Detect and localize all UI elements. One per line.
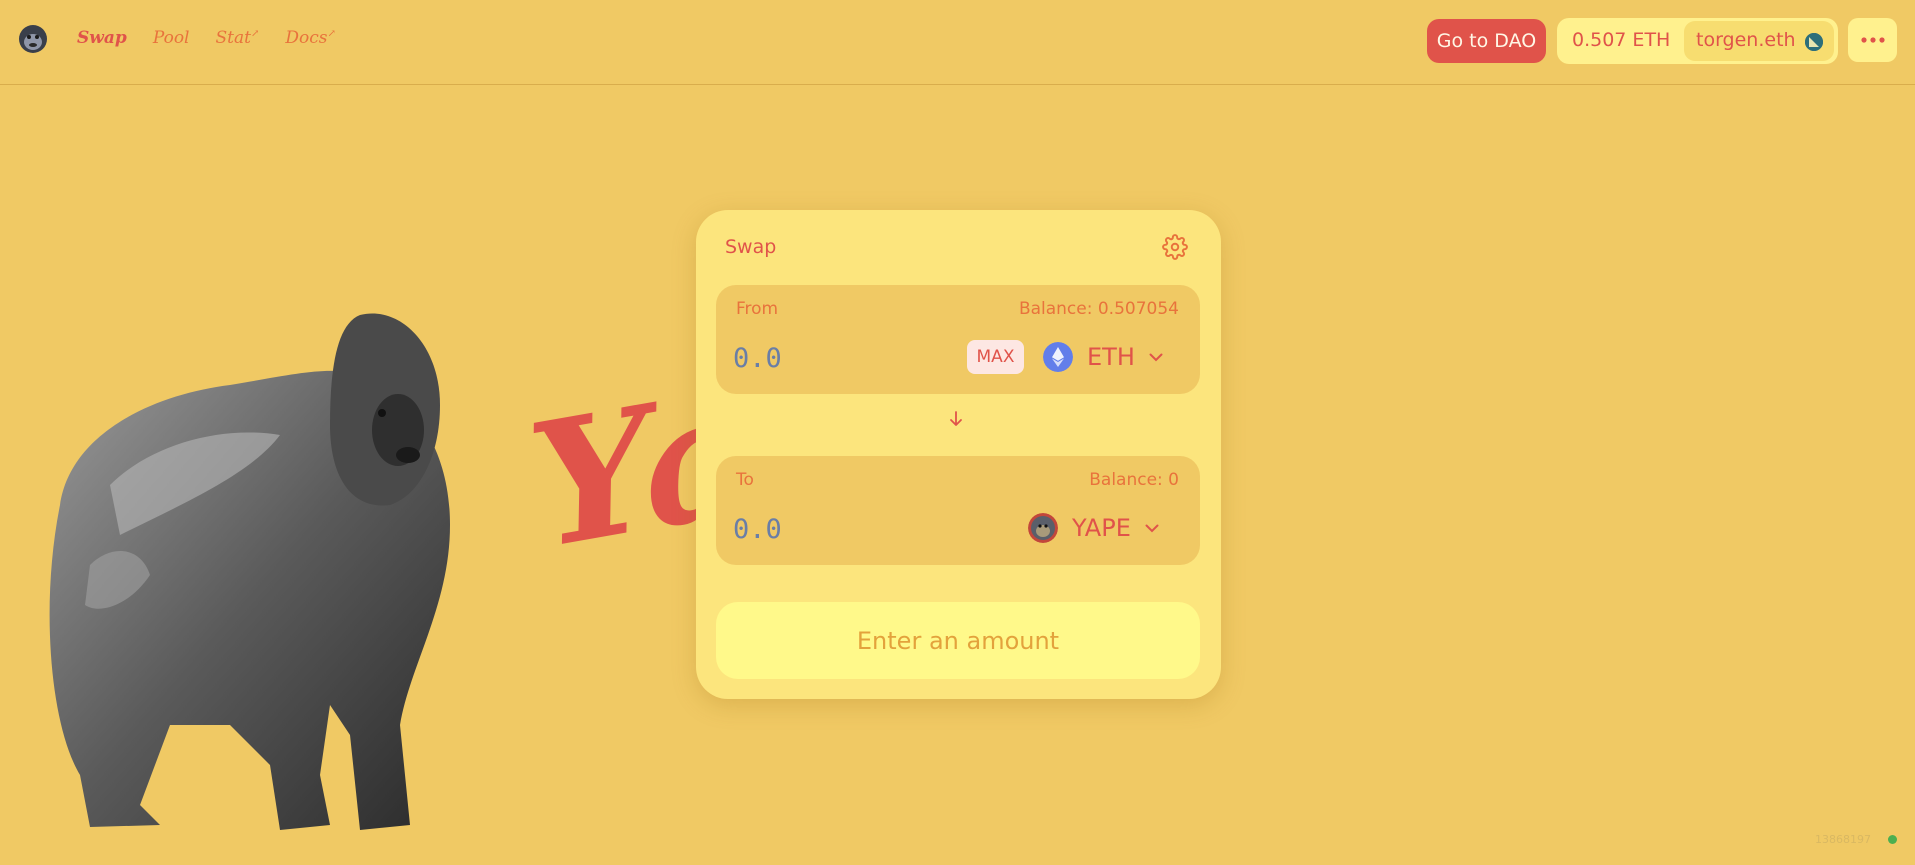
chevron-down-icon [1149,353,1163,361]
to-token-selector[interactable]: YAPE [1028,511,1159,545]
to-panel: To Balance: 0 YAPE [716,456,1200,565]
main-nav: Swap Pool Stat↗ Docs↗ [77,28,362,48]
from-token-selector[interactable]: ETH [1043,340,1163,374]
more-menu-button[interactable] [1848,18,1897,62]
top-header: Swap Pool Stat↗ Docs↗ Go to DAO 0.507 ET… [0,0,1915,85]
gorilla-logo-icon[interactable] [18,22,48,54]
from-panel: From Balance: 0.507054 MAX ETH [716,285,1200,394]
from-balance: Balance: 0.507054 [1018,299,1179,319]
gorilla-illustration-icon [49,313,450,830]
account-avatar-icon [1805,33,1823,51]
eth-balance: 0.507 ETH [1572,29,1671,51]
swap-direction-arrow-icon[interactable] [948,410,964,428]
nav-stat[interactable]: Stat↗ [215,28,259,48]
nav-docs[interactable]: Docs↗ [285,28,336,48]
ens-name: torgen.eth [1696,29,1796,51]
go-to-dao-button[interactable]: Go to DAO [1427,19,1546,63]
chevron-down-icon [1145,524,1159,532]
ens-account-button[interactable]: torgen.eth [1684,21,1834,61]
account-widget[interactable]: 0.507 ETH torgen.eth [1557,18,1838,64]
external-link-icon: ↗ [327,28,336,40]
swap-card: Swap From Balance: 0.507054 MAX ETH To B… [696,210,1221,699]
nav-pool[interactable]: Pool [153,28,190,48]
external-link-icon: ↗ [250,28,260,40]
to-balance: Balance: 0 [1089,470,1179,490]
max-button[interactable]: MAX [967,340,1024,374]
from-amount-input[interactable] [733,340,933,376]
eth-token-icon [1043,342,1073,372]
from-label: From [736,299,779,319]
status-dot-icon [1888,835,1897,844]
to-label: To [736,470,754,490]
nav-swap[interactable]: Swap [77,28,127,48]
enter-amount-button[interactable]: Enter an amount [716,602,1200,679]
block-number: 13868197 [1815,833,1871,846]
yape-token-icon [1028,513,1058,543]
settings-gear-icon[interactable] [1162,234,1188,260]
to-token-name: YAPE [1072,514,1131,542]
from-token-name: ETH [1087,343,1135,371]
to-amount-input[interactable] [733,511,933,547]
swap-title: Swap [725,236,777,258]
more-dots-icon [1860,37,1885,43]
